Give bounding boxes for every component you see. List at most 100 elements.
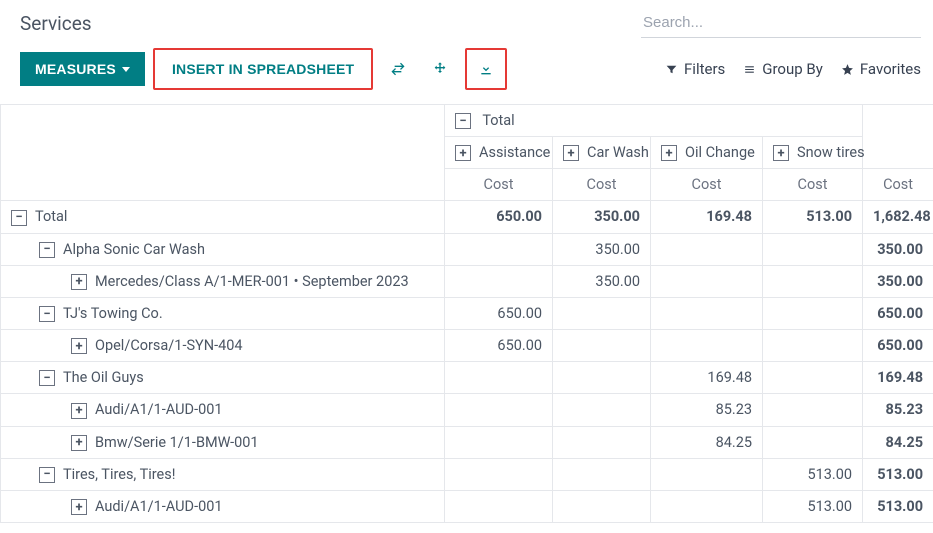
filters-button[interactable]: Filters — [665, 60, 725, 78]
value-cell: 650.00 — [445, 330, 553, 362]
measure-header[interactable]: Cost — [763, 169, 863, 201]
row-label-cell[interactable]: Audi/A1/1-AUD-001 — [1, 490, 445, 522]
table-row: The Oil Guys 169.48 169.48 — [1, 362, 933, 394]
row-label-cell[interactable]: Audi/A1/1-AUD-001 — [1, 394, 445, 426]
table-row: Audi/A1/1-AUD-001513.00513.00 — [1, 490, 933, 522]
col-group-label: Car Wash — [587, 144, 649, 161]
value-cell: 650.00 — [445, 297, 553, 329]
measure-header[interactable]: Cost — [651, 169, 763, 201]
value-cell: 169.48 — [863, 362, 933, 394]
expand-icon[interactable] — [455, 145, 471, 161]
expand-icon[interactable] — [71, 499, 87, 515]
value-cell — [763, 233, 863, 265]
col-total-header[interactable]: Total — [445, 105, 863, 137]
favorites-label: Favorites — [860, 60, 921, 78]
highlight-download — [465, 48, 507, 90]
value-cell: 350.00 — [553, 201, 651, 233]
row-label-cell[interactable]: TJ's Towing Co. — [1, 297, 445, 329]
collapse-icon[interactable] — [455, 113, 471, 129]
value-cell: 169.48 — [651, 362, 763, 394]
collapse-icon[interactable] — [39, 242, 55, 258]
expand-icon[interactable] — [661, 145, 677, 161]
value-cell — [553, 330, 651, 362]
table-row: Tires, Tires, Tires! 513.00513.00 — [1, 458, 933, 490]
swap-icon — [390, 61, 406, 77]
value-cell — [651, 265, 763, 297]
value-cell — [651, 490, 763, 522]
value-cell — [763, 426, 863, 458]
grand-total-col — [863, 105, 933, 169]
measure-header[interactable]: Cost — [863, 169, 933, 201]
expand-icon[interactable] — [71, 338, 87, 354]
value-cell — [445, 426, 553, 458]
measure-header[interactable]: Cost — [553, 169, 651, 201]
expand-icon[interactable] — [71, 274, 87, 290]
expand-icon[interactable] — [71, 435, 87, 451]
download-icon — [478, 61, 494, 77]
row-label-cell[interactable]: Total — [1, 201, 445, 233]
col-group-header[interactable]: Oil Change — [651, 137, 763, 169]
value-cell: 1,682.48 — [863, 201, 933, 233]
value-cell: 513.00 — [763, 490, 863, 522]
measures-button[interactable]: MEASURES — [20, 52, 145, 86]
row-label-cell[interactable]: Tires, Tires, Tires! — [1, 458, 445, 490]
highlight-insert-spreadsheet: INSERT IN SPREADSHEET — [153, 48, 373, 90]
caret-down-icon — [122, 67, 130, 72]
value-cell — [445, 458, 553, 490]
row-label: Opel/Corsa/1-SYN-404 — [95, 337, 243, 354]
col-group-label: Assistance — [479, 144, 550, 161]
value-cell: 650.00 — [863, 297, 933, 329]
table-row: Alpha Sonic Car Wash350.00350.00 — [1, 233, 933, 265]
value-cell: 513.00 — [863, 458, 933, 490]
row-label-cell[interactable]: Alpha Sonic Car Wash — [1, 233, 445, 265]
row-label: Audi/A1/1-AUD-001 — [95, 498, 223, 515]
table-row: Audi/A1/1-AUD-00185.2385.23 — [1, 394, 933, 426]
col-total-label: Total — [482, 112, 514, 129]
value-cell: 350.00 — [553, 233, 651, 265]
row-label: Tires, Tires, Tires! — [63, 466, 175, 483]
col-group-header[interactable]: Snow tires — [763, 137, 863, 169]
value-cell — [651, 330, 763, 362]
measure-header[interactable]: Cost — [445, 169, 553, 201]
expand-all-button[interactable] — [423, 52, 457, 86]
group-by-button[interactable]: Group By — [743, 60, 823, 78]
value-cell — [763, 394, 863, 426]
row-label-cell[interactable]: Opel/Corsa/1-SYN-404 — [1, 330, 445, 362]
value-cell — [651, 233, 763, 265]
value-cell: 85.23 — [863, 394, 933, 426]
download-button[interactable] — [469, 52, 503, 86]
move-icon — [432, 61, 448, 77]
value-cell — [553, 394, 651, 426]
filter-icon — [665, 63, 678, 76]
table-row: TJ's Towing Co.650.00650.00 — [1, 297, 933, 329]
expand-icon[interactable] — [563, 145, 579, 161]
row-label: Audi/A1/1-AUD-001 — [95, 401, 223, 418]
value-cell: 169.48 — [651, 201, 763, 233]
search-input[interactable] — [641, 8, 921, 38]
insert-spreadsheet-button[interactable]: INSERT IN SPREADSHEET — [157, 52, 369, 86]
value-cell: 513.00 — [763, 458, 863, 490]
row-label-cell[interactable]: The Oil Guys — [1, 362, 445, 394]
star-icon — [841, 63, 854, 76]
row-label-cell[interactable]: Mercedes/Class A/1-MER-001 • September 2… — [1, 265, 445, 297]
value-cell: 650.00 — [445, 201, 553, 233]
table-row: Mercedes/Class A/1-MER-001 • September 2… — [1, 265, 933, 297]
value-cell — [553, 426, 651, 458]
collapse-icon[interactable] — [39, 306, 55, 322]
flip-axis-button[interactable] — [381, 52, 415, 86]
expand-icon[interactable] — [71, 403, 87, 419]
expand-icon[interactable] — [773, 145, 789, 161]
col-group-header[interactable]: Assistance — [445, 137, 553, 169]
collapse-icon[interactable] — [11, 210, 27, 226]
col-group-header[interactable]: Car Wash — [553, 137, 651, 169]
value-cell — [553, 490, 651, 522]
collapse-icon[interactable] — [39, 370, 55, 386]
col-group-label: Snow tires — [797, 144, 865, 161]
row-label-cell[interactable]: Bmw/Serie 1/1-BMW-001 — [1, 426, 445, 458]
value-cell — [445, 490, 553, 522]
value-cell — [763, 265, 863, 297]
value-cell: 84.25 — [863, 426, 933, 458]
collapse-icon[interactable] — [39, 467, 55, 483]
value-cell — [445, 394, 553, 426]
favorites-button[interactable]: Favorites — [841, 60, 921, 78]
